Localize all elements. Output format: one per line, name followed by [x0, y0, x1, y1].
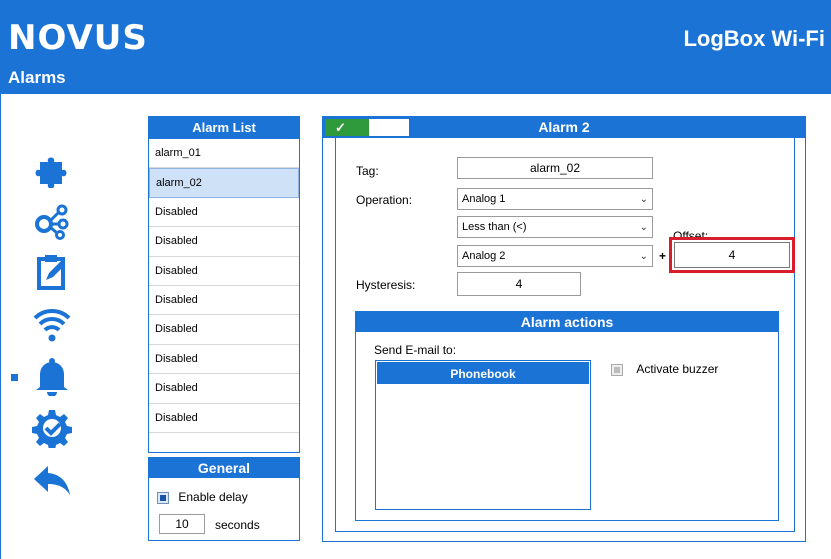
toggle-check-icon: ✓ [325, 119, 369, 136]
network-icon[interactable] [32, 200, 72, 240]
enable-delay-checkbox[interactable] [157, 491, 169, 504]
alarm-list-item[interactable]: Disabled [149, 286, 299, 316]
send-email-label: Send E-mail to: [374, 343, 457, 357]
chevron-down-icon: ⌄ [639, 194, 648, 205]
activate-buzzer-checkbox[interactable] [611, 363, 623, 376]
clipboard-icon[interactable] [32, 252, 72, 292]
alarm-list-item[interactable]: alarm_01 [149, 139, 299, 169]
active-indicator [11, 374, 18, 381]
delay-input[interactable]: 10 [159, 514, 205, 534]
alarm-list-item[interactable]: Disabled [149, 257, 299, 286]
alarm-title: Alarm 2 [538, 119, 590, 135]
alarm-list: Alarm List alarm_01 alarm_02 Disabled Disab… [148, 116, 300, 453]
operation-label: Operation: [356, 193, 413, 207]
hysteresis-label: Hysteresis: [356, 278, 416, 292]
compare-with-value: Analog 2 [462, 250, 506, 262]
settings-check-icon[interactable] [32, 408, 72, 450]
enable-delay-row: Enable delay [157, 490, 248, 504]
comparison-select[interactable]: Less than (<) ⌄ [457, 216, 653, 238]
alarm-list-item[interactable]: Disabled [149, 404, 299, 433]
novus-logo: NOVUS [8, 18, 148, 58]
alarm-panel: ✓ Alarm 2 Tag: alarm_02 Operation: Analo… [322, 116, 806, 542]
alarm-list-item[interactable]: alarm_02 [149, 168, 299, 198]
offset-highlight: 4 [669, 237, 795, 273]
alarm-list-item[interactable]: Disabled [149, 345, 299, 375]
alarm-actions-header: Alarm actions [356, 312, 778, 332]
page-title: Alarms [8, 68, 66, 87]
general-header: General [149, 458, 299, 478]
operation-select[interactable]: Analog 1 ⌄ [457, 188, 653, 210]
compare-with-select[interactable]: Analog 2 ⌄ [457, 245, 653, 267]
alarm-list-item[interactable]: Disabled [149, 227, 299, 257]
buzzer-row: Activate buzzer [611, 362, 718, 376]
product-name: LogBox Wi-Fi [683, 26, 825, 51]
bell-icon[interactable] [32, 356, 72, 397]
wifi-icon[interactable] [32, 304, 72, 344]
left-border [0, 94, 1, 559]
chevron-down-icon: ⌄ [639, 251, 648, 262]
comparison-value: Less than (<) [462, 221, 527, 233]
delay-unit: seconds [215, 518, 260, 532]
tag-label: Tag: [356, 164, 379, 178]
general-panel: General Enable delay 10 seconds [148, 457, 300, 541]
enable-delay-label: Enable delay [178, 490, 248, 504]
alarm-list-item[interactable]: Disabled [149, 315, 299, 345]
alarm-enable-toggle[interactable]: ✓ [324, 118, 410, 137]
operation-value: Analog 1 [462, 193, 506, 205]
buzzer-label: Activate buzzer [636, 362, 719, 376]
alarm-header: ✓ Alarm 2 [323, 117, 805, 138]
tag-input[interactable]: alarm_02 [457, 157, 653, 179]
offset-input[interactable]: 4 [674, 242, 790, 268]
alarm-list-item[interactable]: Disabled [149, 198, 299, 228]
alarm-list-header: Alarm List [149, 117, 299, 139]
back-arrow-icon[interactable] [32, 460, 72, 500]
app-header: NOVUS LogBox Wi-Fi Alarms [0, 0, 831, 94]
alarm-actions-panel: Alarm actions Send E-mail to: Phonebook … [355, 311, 779, 521]
puzzle-icon[interactable] [32, 148, 72, 189]
plus-sign: + [659, 249, 667, 263]
alarm-list-item[interactable]: Disabled [149, 374, 299, 404]
hysteresis-input[interactable]: 4 [457, 272, 581, 296]
chevron-down-icon: ⌄ [639, 222, 648, 233]
phonebook-list[interactable]: Phonebook [375, 360, 591, 510]
phonebook-header: Phonebook [376, 361, 590, 385]
